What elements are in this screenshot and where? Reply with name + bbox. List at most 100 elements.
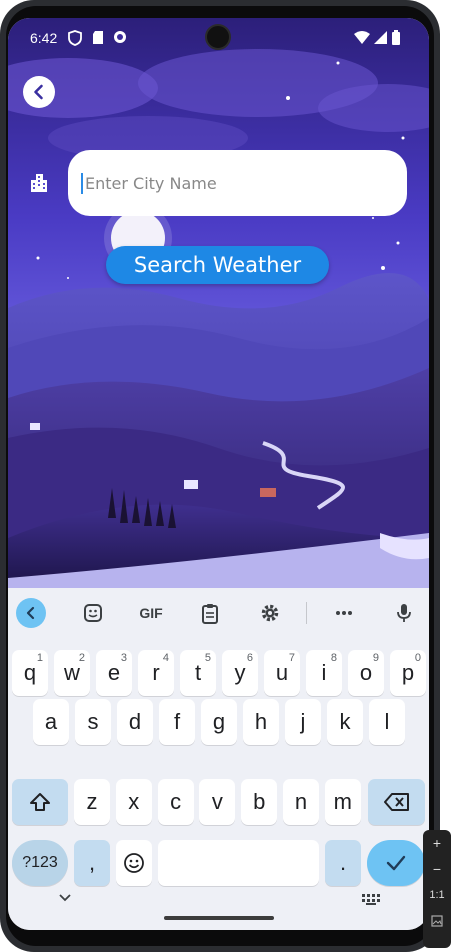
shift-key[interactable] [12, 779, 68, 825]
key-r[interactable]: r4 [138, 650, 174, 696]
emulator-zoom-controls: + − 1:1 [423, 830, 451, 948]
hide-keyboard-icon[interactable] [58, 893, 72, 902]
key-label: j [300, 709, 306, 734]
key-z[interactable]: z [74, 779, 110, 825]
back-button[interactable] [23, 76, 55, 108]
space-key[interactable] [158, 840, 319, 886]
key-number-hint: 0 [414, 652, 421, 664]
key-label: e [107, 660, 121, 685]
comma-key[interactable]: , [74, 840, 110, 886]
key-h[interactable]: h [243, 699, 279, 745]
key-d[interactable]: d [117, 699, 153, 745]
key-number-hint: 8 [330, 652, 337, 664]
key-number-hint: 5 [204, 652, 211, 664]
key-x[interactable]: x [115, 779, 152, 825]
city-name-field[interactable] [68, 150, 407, 216]
status-time: 6:42 [30, 30, 58, 46]
key-c[interactable]: c [157, 779, 194, 825]
voice-input-button[interactable] [389, 598, 419, 628]
key-label: h [254, 709, 268, 734]
key-label: x [128, 789, 140, 814]
key-label: n [294, 789, 308, 814]
key-label: p [401, 660, 415, 685]
key-label: o [359, 660, 373, 685]
gear-icon [261, 604, 279, 622]
key-label: l [384, 709, 390, 734]
keyboard-collapse-button[interactable] [16, 598, 46, 628]
sync-icon [114, 31, 126, 43]
key-f[interactable]: f [159, 699, 195, 745]
more-button[interactable] [329, 598, 359, 628]
key-label: i [321, 660, 327, 685]
zoom-ratio-button[interactable]: 1:1 [423, 882, 451, 908]
key-i[interactable]: i8 [306, 650, 342, 696]
key-k[interactable]: k [327, 699, 363, 745]
enter-key[interactable] [367, 840, 425, 886]
soft-keyboard: GIF q1w2e3r4t5y6u7i8o9p0 asdfghjkl zxcvb… [8, 588, 429, 930]
key-number-hint: 2 [78, 652, 85, 664]
key-label: a [44, 709, 58, 734]
symbols-key[interactable]: ?123 [12, 840, 68, 886]
emoji-icon [124, 853, 144, 873]
keyboard-switch-icon[interactable] [362, 894, 380, 906]
key-t[interactable]: t5 [180, 650, 216, 696]
front-camera [205, 24, 231, 50]
key-y[interactable]: y6 [222, 650, 258, 696]
toolbar-divider [306, 602, 307, 624]
key-e[interactable]: e3 [96, 650, 132, 696]
sticker-icon [84, 604, 102, 622]
key-number-hint: 6 [246, 652, 253, 664]
mic-icon [397, 604, 411, 622]
key-label: v [211, 789, 223, 814]
key-label: c [170, 789, 182, 814]
emoji-key[interactable] [116, 840, 152, 886]
key-number-hint: 4 [162, 652, 169, 664]
key-label: r [152, 660, 160, 685]
key-label: t [194, 660, 202, 685]
key-n[interactable]: n [283, 779, 319, 825]
key-l[interactable]: l [369, 699, 405, 745]
clipboard-button[interactable] [195, 598, 225, 628]
wifi-icon [354, 31, 370, 44]
key-a[interactable]: a [33, 699, 69, 745]
key-label: y [234, 660, 246, 685]
key-m[interactable]: m [324, 779, 361, 825]
chevron-left-icon [26, 606, 35, 620]
key-u[interactable]: u7 [264, 650, 300, 696]
sticker-button[interactable] [78, 598, 108, 628]
key-label: b [253, 789, 266, 814]
key-number-hint: 7 [288, 652, 295, 664]
screenshot-button[interactable] [423, 908, 451, 934]
check-icon [386, 855, 406, 871]
key-q[interactable]: q1 [12, 650, 48, 696]
more-icon [336, 611, 352, 615]
clipboard-icon [202, 603, 218, 624]
city-name-input[interactable] [81, 172, 387, 194]
home-gesture-handle[interactable] [164, 916, 274, 920]
key-number-hint: 1 [36, 652, 43, 664]
key-v[interactable]: v [199, 779, 236, 825]
period-key[interactable]: . [325, 840, 361, 886]
app-screen: 6:42 Search Weather GIF [8, 18, 429, 930]
key-label: k [339, 709, 351, 734]
key-p[interactable]: p0 [390, 650, 426, 696]
key-number-hint: 3 [120, 652, 127, 664]
key-j[interactable]: j [285, 699, 321, 745]
key-w[interactable]: w2 [54, 650, 90, 696]
key-label: q [23, 660, 37, 685]
settings-button[interactable] [255, 598, 285, 628]
backspace-key[interactable] [368, 779, 425, 825]
key-label: f [173, 709, 181, 734]
key-number-hint: 9 [372, 652, 379, 664]
search-weather-button[interactable]: Search Weather [106, 246, 329, 284]
battery-icon [392, 30, 400, 45]
key-label: u [275, 660, 289, 685]
key-g[interactable]: g [201, 699, 237, 745]
key-b[interactable]: b [241, 779, 278, 825]
gif-button[interactable]: GIF [133, 598, 169, 628]
zoom-in-button[interactable]: + [423, 830, 451, 856]
key-label: g [212, 709, 226, 734]
zoom-out-button[interactable]: − [423, 856, 451, 882]
key-o[interactable]: o9 [348, 650, 384, 696]
key-s[interactable]: s [75, 699, 111, 745]
